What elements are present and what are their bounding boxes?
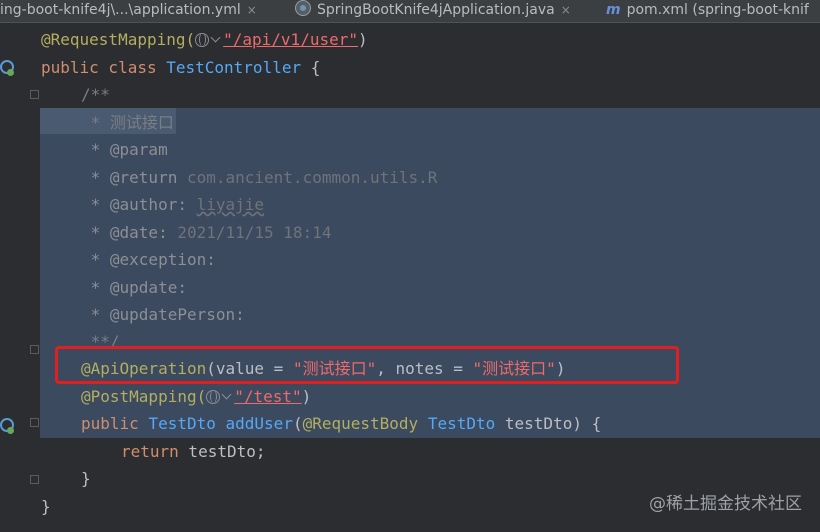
- chevron-down-icon[interactable]: [210, 32, 221, 43]
- spring-endpoint-icon[interactable]: [0, 418, 14, 434]
- tab-label: ing-boot-knife4j\...\application.yml: [0, 2, 241, 18]
- code-line-9: * @exception:: [81, 250, 216, 269]
- code-line-6: * @return com.ancient.common.utils.R: [81, 168, 438, 187]
- tab-label: pom.xml (spring-boot-knif: [626, 2, 809, 18]
- code-line-10: * @update:: [81, 278, 187, 297]
- chevron-down-icon[interactable]: [221, 389, 232, 400]
- fold-marker-icon[interactable]: [30, 90, 39, 99]
- tab-application-yml[interactable]: ing-boot-knife4j\...\application.yml ×: [0, 0, 257, 22]
- tab-application-java[interactable]: SpringBootKnife4jApplication.java ×: [295, 0, 571, 22]
- code-line-5: * @param: [81, 140, 168, 159]
- globe-icon[interactable]: [206, 390, 221, 404]
- code-line-11: * @updatePerson:: [81, 305, 245, 324]
- code-line-14: @PostMapping("/test"): [81, 387, 312, 406]
- editor-gutter: [0, 23, 40, 532]
- fold-marker-icon[interactable]: [30, 475, 39, 484]
- close-icon[interactable]: ×: [247, 3, 257, 17]
- maven-icon: m: [606, 2, 621, 18]
- editor-tab-bar: ing-boot-knife4j\...\application.yml × Sp…: [0, 0, 820, 23]
- globe-icon[interactable]: [195, 33, 210, 47]
- code-line-1: @RequestMapping("/api/v1/user"): [41, 30, 368, 49]
- code-line-18: }: [41, 497, 51, 516]
- code-line-15: public TestDto addUser(@RequestBody Test…: [81, 414, 602, 433]
- code-line-16: return testDto;: [121, 442, 266, 461]
- red-highlight-box: [55, 346, 679, 384]
- code-line-17: }: [81, 469, 91, 488]
- code-line-4: * 测试接口: [81, 113, 174, 132]
- code-line-7: * @author: liyajie: [81, 195, 265, 214]
- code-line-2: public class TestController {: [41, 58, 321, 77]
- code-line-3: /**: [81, 85, 110, 104]
- watermark: @稀土掘金技术社区: [649, 494, 802, 514]
- fold-marker-icon[interactable]: [30, 345, 39, 354]
- fold-marker-icon[interactable]: [30, 418, 39, 427]
- tab-pom-xml[interactable]: m pom.xml (spring-boot-knif: [606, 0, 809, 22]
- spring-class-icon: [295, 0, 311, 16]
- spring-bean-icon[interactable]: [0, 60, 14, 76]
- code-line-8: * @date: 2021/11/15 18:14: [81, 223, 332, 242]
- tab-label: SpringBootKnife4jApplication.java: [317, 2, 555, 18]
- close-icon[interactable]: ×: [561, 3, 571, 17]
